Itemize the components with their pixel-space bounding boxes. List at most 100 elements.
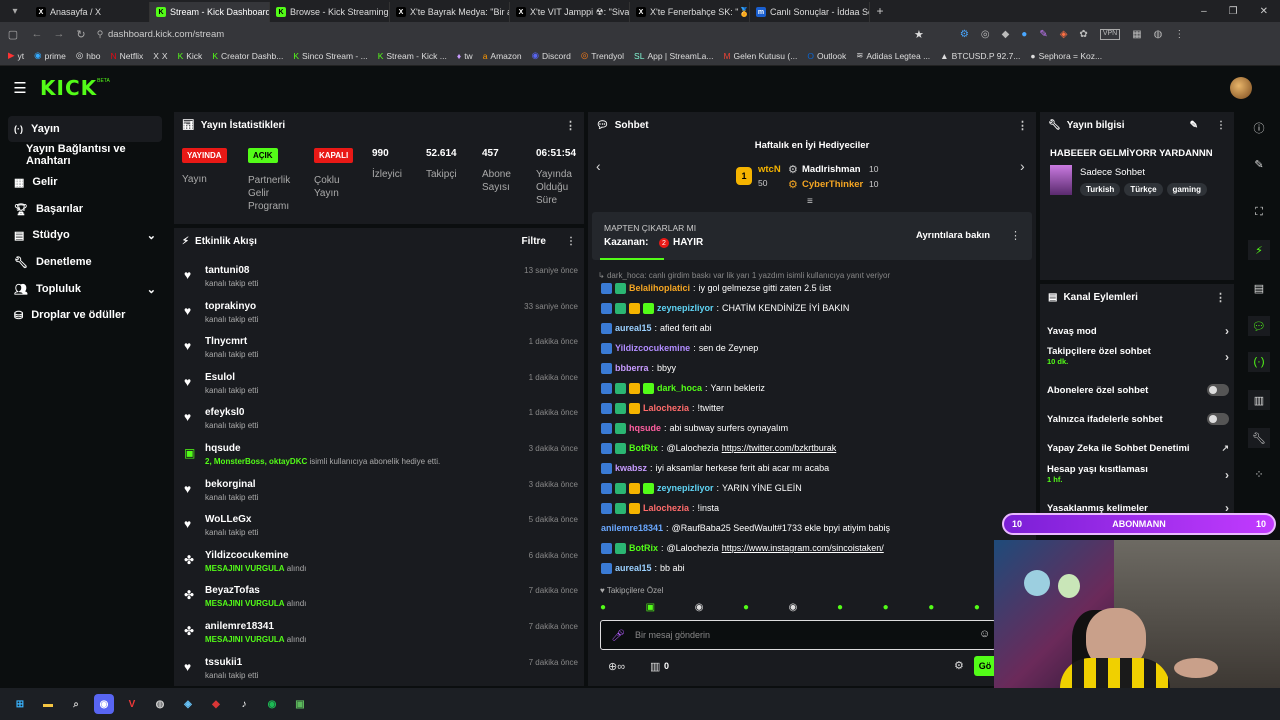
chat-username[interactable]: bbberra: [615, 363, 649, 373]
url-field[interactable]: dashboard.kick.com/stream: [108, 29, 908, 40]
extension-icon[interactable]: ✿: [1079, 29, 1087, 40]
bookmark-stream[interactable]: K Stream - Kick ...: [378, 51, 447, 61]
emotes-only-toggle[interactable]: [1207, 413, 1229, 425]
lightning-icon[interactable]: ⚡︎: [1248, 240, 1270, 260]
kebab-icon[interactable]: ⋮: [1215, 291, 1226, 304]
menu-icon[interactable]: ⋮: [1174, 29, 1184, 40]
ai-moderation-row[interactable]: Yapay Zeka ile Sohbet Denetimi ↗: [1047, 438, 1229, 458]
tab-x-bayrak[interactable]: X X'te Bayrak Medya: "Bir adı: [390, 2, 510, 22]
tab-kick-browse[interactable]: K Browse - Kick Streaming: [270, 2, 390, 22]
community-icon[interactable]: ⁘: [1248, 464, 1270, 484]
bookmark-hbo[interactable]: ◎ hbo: [76, 50, 101, 61]
chevron-left-icon[interactable]: ‹: [596, 158, 601, 174]
extension-icon[interactable]: ◎: [981, 29, 990, 40]
tab-x-home[interactable]: X Anasayfa / X: [30, 2, 150, 22]
reload-icon[interactable]: ↻: [70, 28, 92, 41]
activity-username[interactable]: BeyazTofas: [205, 585, 260, 596]
subs-only-toggle[interactable]: [1207, 384, 1229, 396]
bookmark-x[interactable]: XX: [153, 51, 167, 61]
bookmark-amazon[interactable]: a Amazon: [483, 51, 522, 61]
bookmark-outlook[interactable]: O Outlook: [807, 51, 846, 61]
avatar[interactable]: [1230, 77, 1252, 99]
tiktok-icon[interactable]: ♪: [234, 694, 254, 714]
bookmark-streamlabs[interactable]: SL App | StreamLa...: [634, 51, 713, 61]
emote-picker-icon[interactable]: ☺: [979, 628, 990, 640]
new-tab-button[interactable]: +: [870, 4, 890, 18]
chat-username[interactable]: Belalihoplatici: [629, 283, 690, 293]
settings-icon[interactable]: ⚙: [954, 659, 964, 672]
bookmark-btc[interactable]: ▲ BTCUSD.P 92.7...: [940, 51, 1020, 61]
activity-username[interactable]: efeyksl0: [205, 407, 244, 418]
chat-username[interactable]: Lalochezia: [643, 403, 689, 413]
bookmark-prime[interactable]: ◉ prime: [34, 50, 66, 61]
vpn-icon[interactable]: VPN: [1099, 28, 1121, 40]
emote-icon[interactable]: ▣: [646, 602, 655, 613]
chat-username[interactable]: aureal15: [615, 563, 652, 573]
bookmark-discord[interactable]: ◉ Discord: [532, 50, 571, 61]
kebab-icon[interactable]: ⋮: [566, 236, 576, 247]
chat-input[interactable]: Bir mesaj gönderin: [635, 630, 710, 640]
spotify-icon[interactable]: ◉: [262, 694, 282, 714]
extension-icon[interactable]: ⚙: [960, 29, 969, 40]
bookmark-creator[interactable]: K Creator Dashb...: [212, 51, 283, 61]
document-icon[interactable]: ▤: [1248, 278, 1270, 298]
back-icon[interactable]: ←: [26, 28, 48, 40]
bookmark-sinco[interactable]: K Sinco Stream - ...: [293, 51, 367, 61]
emote-icon[interactable]: ●: [928, 602, 934, 613]
edit-icon[interactable]: ✎: [1190, 120, 1198, 131]
activity-username[interactable]: Esulol: [205, 372, 235, 383]
bookmark-tw[interactable]: ♦ tw: [457, 51, 473, 61]
filter-button[interactable]: Filtre: [522, 236, 546, 247]
browser-menu-icon[interactable]: ▾: [0, 6, 30, 17]
chat-username[interactable]: anilemre18341: [601, 523, 663, 533]
chevron-right-icon[interactable]: ›: [1020, 158, 1025, 174]
collapse-icon[interactable]: ≡: [807, 196, 813, 207]
activity-username[interactable]: tantuni08: [205, 265, 249, 276]
info-icon[interactable]: ⓘ: [1248, 118, 1270, 138]
tag[interactable]: Turkish: [1080, 183, 1121, 196]
chat-username[interactable]: Lalochezia: [643, 503, 689, 513]
tag[interactable]: Türkçe: [1124, 183, 1163, 196]
extension-icon[interactable]: ●: [1021, 29, 1027, 40]
maximize-icon[interactable]: ❐: [1229, 6, 1238, 17]
chat-username[interactable]: zeynepizliyor: [657, 483, 714, 493]
activity-username[interactable]: hqsude: [205, 443, 241, 454]
chat-username[interactable]: hqsude: [629, 423, 661, 433]
chat-username[interactable]: kwabsz: [615, 463, 647, 473]
chat-username[interactable]: dark_hoca: [657, 383, 702, 393]
tab-kick-dashboard[interactable]: K Stream - Kick Dashboard: [150, 2, 270, 22]
sidebar-item-yayin[interactable]: (·) Yayın: [8, 116, 162, 142]
kebab-icon[interactable]: ⋮: [1216, 120, 1226, 131]
category-name[interactable]: Sadece Sohbet: [1080, 167, 1145, 178]
sidebar-item-denetleme[interactable]: 🔧︎ Denetleme: [8, 249, 162, 275]
chat-link[interactable]: https://www.instagram.com/sincoistaken/: [722, 543, 884, 553]
tab-mackolik[interactable]: m Canlı Sonuçlar - İddaa Son: [750, 2, 870, 22]
tag[interactable]: gaming: [1166, 183, 1207, 196]
activity-username[interactable]: anilemre18341: [205, 621, 274, 632]
extension-icon[interactable]: ◈: [1060, 29, 1068, 40]
app-icon[interactable]: ▣: [290, 694, 310, 714]
microphone-icon[interactable]: 🎤︎: [611, 629, 625, 642]
kick-logo[interactable]: KICK: [40, 76, 97, 100]
sidebar-item-basarilar[interactable]: 🏆︎ Başarılar: [8, 196, 162, 222]
activity-username[interactable]: WoLLeGx: [205, 514, 251, 525]
vivaldi-icon[interactable]: V: [122, 694, 142, 714]
account-age-row[interactable]: Hesap yaşı kısıtlaması 1 hf. ›: [1047, 464, 1229, 492]
wrench-icon[interactable]: 🔧︎: [1248, 428, 1270, 448]
chat-link[interactable]: https://twitter.com/bzkrtburak: [722, 443, 837, 453]
emote-icon[interactable]: ●: [974, 602, 980, 613]
sidebar-item-gelir[interactable]: ▦ Gelir: [8, 169, 162, 195]
sidebar-toggle-icon[interactable]: ▢: [0, 28, 26, 41]
fullscreen-icon[interactable]: ⛶: [1248, 202, 1270, 222]
sidebar-item-stream-key[interactable]: Yayın Bağlantısı ve Anahtarı: [8, 142, 162, 168]
send-button[interactable]: Gö: [974, 656, 996, 676]
chat-username[interactable]: BotRix: [629, 543, 658, 553]
emote-icon[interactable]: ●: [883, 602, 889, 613]
emote-icon[interactable]: ●: [743, 602, 749, 613]
extension-icon[interactable]: ✎: [1039, 29, 1047, 40]
details-button[interactable]: Ayrıntılara bakın: [916, 230, 990, 241]
bookmark-netflix[interactable]: N Netflix: [110, 51, 143, 61]
activity-username[interactable]: Yildizcocukemine: [205, 550, 289, 561]
extension-icon[interactable]: ◆: [1002, 29, 1010, 40]
bookmark-kick[interactable]: K Kick: [178, 51, 203, 61]
